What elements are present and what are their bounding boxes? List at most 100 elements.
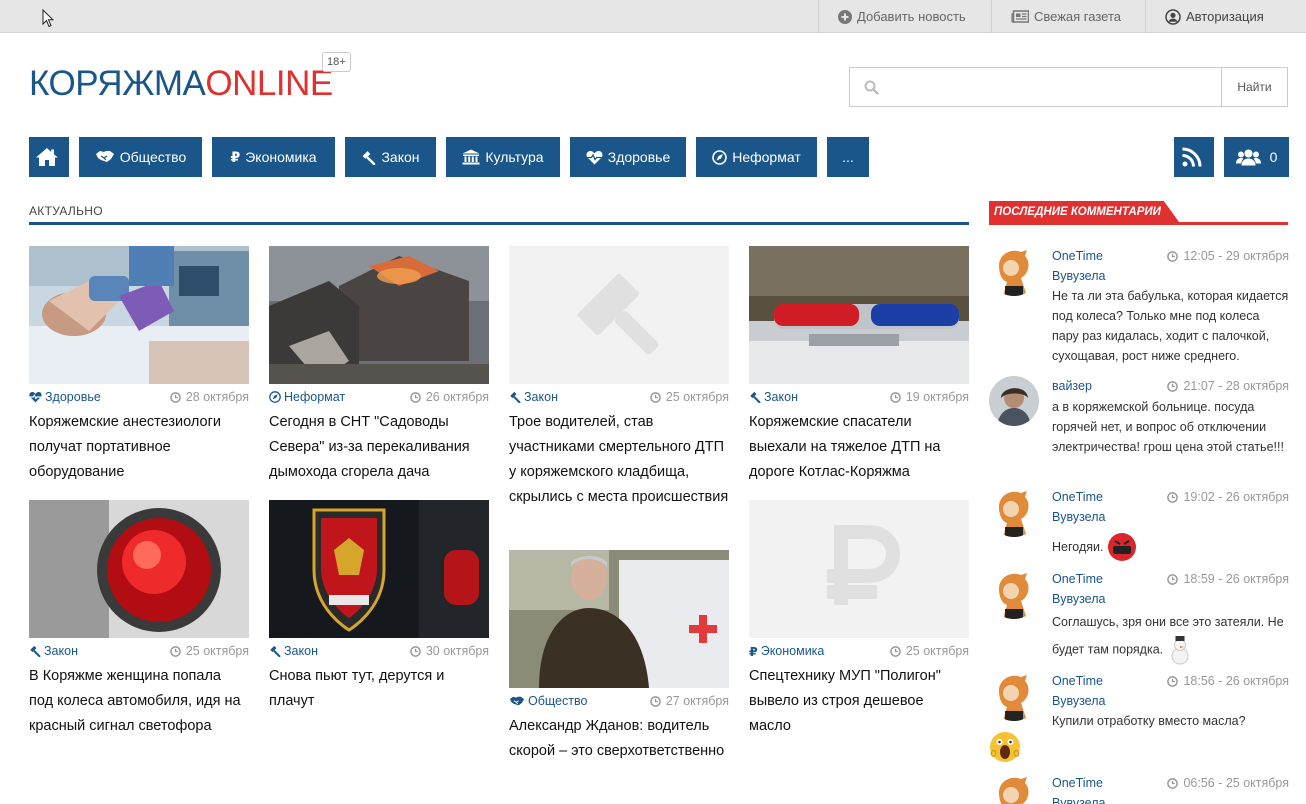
article-image[interactable] [269, 500, 489, 638]
nav-item-economy[interactable]: ₽ Экономика [212, 137, 335, 177]
article-category[interactable]: ₽ Экономика [749, 644, 824, 659]
clock-icon [890, 645, 901, 657]
nav-item-neformat[interactable]: Неформат [696, 137, 817, 177]
nav-item-society[interactable]: Общество [79, 137, 202, 177]
search-input[interactable] [884, 68, 1214, 106]
nav-item-health[interactable]: Здоровье [570, 137, 686, 177]
rss-button[interactable] [1174, 137, 1214, 177]
article-card[interactable]: Закон 19 октября Коряжемские спасатели в… [749, 246, 969, 485]
mouse-cursor-icon [42, 9, 54, 28]
comment-author[interactable]: OneTime Вувузела [1052, 569, 1152, 609]
search-button[interactable]: Найти [1221, 68, 1287, 106]
comment-author[interactable]: OneTime Вувузела [1052, 773, 1152, 804]
compass-icon [712, 149, 728, 165]
article-category-label: Неформат [284, 390, 346, 404]
heartbeat-icon [29, 392, 42, 403]
nav-item-label: Здоровье [607, 149, 671, 165]
avatar[interactable] [989, 376, 1039, 426]
article-card[interactable]: ₽ Экономика 25 октября Спецтехнику МУП "… [749, 500, 969, 739]
nav-item-law[interactable]: Закон [345, 137, 436, 177]
nav-more-button[interactable]: ... [827, 137, 869, 177]
avatar[interactable] [989, 246, 1039, 296]
article-title[interactable]: Трое водителей, став участниками смертел… [509, 410, 729, 510]
avatar[interactable] [989, 569, 1039, 619]
comment-time: 19:02 - 26 октября [1167, 487, 1289, 507]
article-title[interactable]: Александр Жданов: водитель скорой – это … [509, 714, 729, 764]
article-category-label: Закон [764, 390, 798, 404]
article-card[interactable]: Общество 27 октября Александр Жданов: во… [509, 550, 729, 764]
snowman-emoji-icon [1171, 636, 1189, 665]
site-logo[interactable]: КОРЯЖМАONLINE [29, 66, 333, 102]
comment-author[interactable]: OneTime Вувузела [1052, 487, 1152, 527]
nav-item-culture[interactable]: Культура [446, 137, 560, 177]
article-image[interactable] [749, 246, 969, 384]
ruble-icon: ₽ [230, 148, 241, 165]
comment-time-label: 18:56 - 26 октября [1183, 674, 1289, 688]
users-online-button[interactable]: 0 [1224, 137, 1289, 177]
clock-icon [650, 391, 661, 403]
avatar[interactable] [989, 773, 1039, 804]
article-category-label: Закон [524, 390, 558, 404]
article-title[interactable]: Снова пьют тут, дерутся и плачут [269, 664, 489, 714]
comment-time-label: 12:05 - 29 октября [1183, 249, 1289, 263]
article-category[interactable]: Закон [749, 390, 798, 404]
article-category[interactable]: Здоровье [29, 390, 101, 404]
age-rating-badge: 18+ [322, 52, 351, 72]
handshake-icon [95, 151, 114, 162]
comment-author[interactable]: OneTime Вувузела [1052, 671, 1152, 711]
gavel-icon [270, 645, 281, 657]
article-category[interactable]: Закон [29, 644, 78, 658]
article-card[interactable]: Закон 25 октября В Коряжме женщина попал… [29, 500, 249, 739]
search-form: Найти [849, 67, 1288, 107]
search-icon [864, 80, 879, 95]
comment-time: 21:07 - 28 октября [1167, 376, 1289, 396]
user-circle-icon [1165, 8, 1181, 25]
comment-author[interactable]: OneTime Вувузела [1052, 246, 1152, 286]
article-title[interactable]: Коряжемские спасатели выехали на тяжелое… [749, 410, 969, 485]
article-image[interactable] [269, 246, 489, 384]
users-count: 0 [1269, 149, 1278, 165]
comment-time: 12:05 - 29 октября [1167, 246, 1289, 266]
compass-icon [269, 391, 281, 403]
article-title[interactable]: В Коряжме женщина попала под колеса авто… [29, 664, 249, 739]
article-title[interactable]: Коряжемские анестезиологи получат портат… [29, 410, 249, 485]
article-category[interactable]: Закон [509, 390, 558, 404]
article-image[interactable] [29, 246, 249, 384]
article-card[interactable]: Неформат 26 октября Сегодня в СНТ "Садов… [269, 246, 489, 485]
nav-item-label: ... [842, 149, 854, 165]
comment-text[interactable]: Негодяи. [1052, 537, 1103, 557]
clock-icon [1167, 491, 1179, 503]
article-date: 27 октября [650, 694, 729, 708]
museum-icon [462, 149, 480, 165]
article-category[interactable]: Закон [269, 644, 318, 658]
article-title[interactable]: Спецтехнику МУП "Полигон" вывело из стро… [749, 664, 969, 739]
article-date-label: 19 октября [905, 390, 969, 404]
add-news-label: Добавить новость [857, 9, 966, 24]
article-title[interactable]: Сегодня в СНТ "Садоводы Севера" из-за пе… [269, 410, 489, 485]
comment-author[interactable]: вайзер [1052, 376, 1152, 396]
article-card[interactable]: Закон 25 октября Трое водителей, став уч… [509, 246, 729, 510]
article-card[interactable]: Здоровье 28 октября Коряжемские анестези… [29, 246, 249, 485]
article-date: 19 октября [890, 390, 969, 404]
nav-item-label: Закон [381, 149, 420, 165]
comment-time-label: 18:59 - 26 октября [1183, 572, 1289, 586]
newspaper-link[interactable]: Свежая газета [991, 0, 1145, 33]
article-image[interactable] [509, 550, 729, 688]
add-news-link[interactable]: Добавить новость [818, 0, 991, 33]
comment-item: OneTime Вувузела 18:59 - 26 октября Согл… [989, 569, 1289, 665]
article-category[interactable]: Неформат [269, 390, 345, 404]
avatar[interactable] [989, 487, 1039, 537]
rss-icon [1181, 147, 1201, 167]
article-image[interactable] [29, 500, 249, 638]
article-image[interactable] [509, 246, 729, 384]
sidebar-title: ПОСЛЕДНИЕ КОММЕНТАРИИ [989, 201, 1179, 222]
login-link[interactable]: Авторизация [1145, 0, 1306, 33]
article-image[interactable] [749, 500, 969, 638]
article-card[interactable]: Закон 30 октября Снова пьют тут, дерутся… [269, 500, 489, 714]
article-category-label: Экономика [760, 644, 825, 658]
newspaper-icon [1011, 10, 1029, 23]
nav-home-button[interactable] [29, 137, 69, 177]
article-category[interactable]: Общество [509, 694, 587, 708]
article-date-label: 27 октября [665, 694, 729, 708]
avatar[interactable] [989, 671, 1039, 721]
